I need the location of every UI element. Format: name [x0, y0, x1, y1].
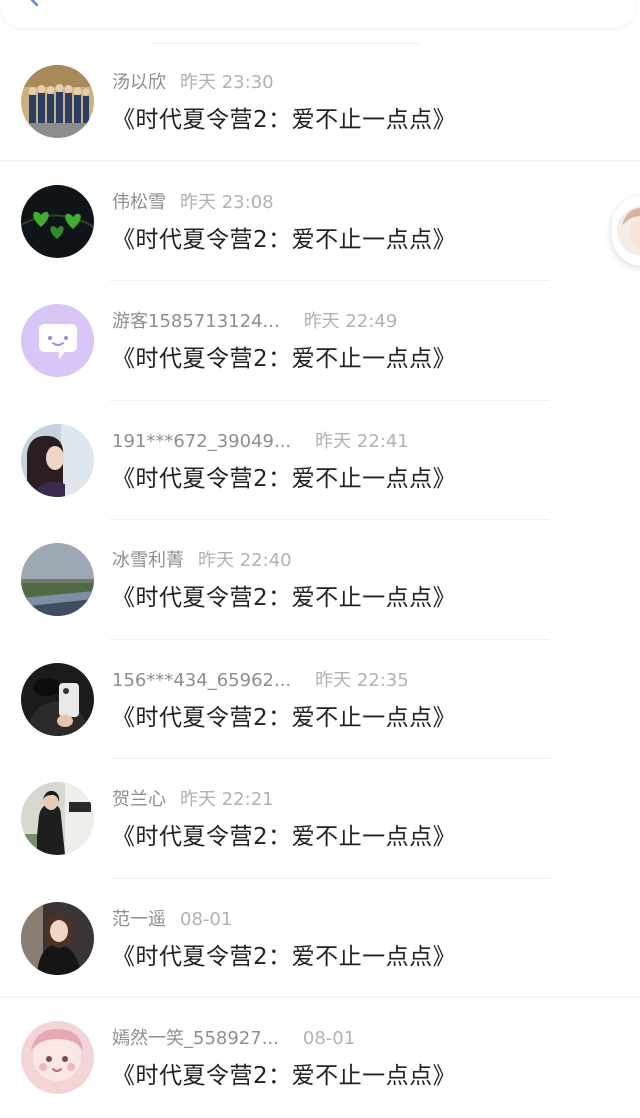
timestamp: 昨天 22:40 [198, 550, 292, 571]
list-item[interactable]: 191***672_39049... 昨天 22:41 《时代夏令营2：爱不止一点… [0, 401, 640, 520]
back-arrow-icon[interactable] [26, 0, 42, 6]
sender-line: 伟松雪 昨天 23:08 [112, 190, 274, 216]
message-title[interactable]: 《时代夏令营2：爱不止一点点》 [112, 224, 456, 256]
sender-name[interactable]: 贺兰心 [112, 789, 166, 810]
green-hearts-avatar-icon [21, 184, 94, 258]
timestamp: 昨天 22:35 [315, 669, 409, 691]
sender-name[interactable]: 191***672_39049... [112, 431, 291, 452]
timestamp: 08-01 [302, 1028, 356, 1049]
street-photo-avatar-icon [21, 782, 94, 855]
top-bar [0, 0, 636, 28]
sender-name[interactable]: 156***434_65962... [112, 670, 291, 691]
timestamp: 08-01 [180, 908, 233, 930]
message-title[interactable]: 《时代夏令营2：爱不止一点点》 [112, 343, 456, 375]
pink-cartoon-avatar-icon [21, 1021, 94, 1094]
list-item[interactable]: 156***434_65962... 昨天 22:35 《时代夏令营2：爱不止一点… [0, 640, 640, 759]
landscape-avatar-icon [21, 543, 94, 616]
sender-name[interactable]: 汤以欣 [112, 72, 166, 93]
avatar[interactable] [21, 662, 94, 736]
sender-name[interactable]: 嫣然一笑_558927... [112, 1028, 279, 1049]
avatar[interactable] [21, 901, 94, 975]
list-item[interactable]: 汤以欣 昨天 23:30 《时代夏令营2：爱不止一点点》 [0, 42, 640, 162]
list-item[interactable]: 伟松雪 昨天 23:08 《时代夏令营2：爱不止一点点》 [0, 162, 640, 281]
sender-name[interactable]: 游客1585713124... [112, 311, 280, 332]
sender-line: 游客1585713124... 昨天 22:49 [112, 309, 397, 335]
message-title[interactable]: 《时代夏令营2：爱不止一点点》 [112, 941, 456, 973]
list-item[interactable]: 游客1585713124... 昨天 22:49 《时代夏令营2：爱不止一点点》 [0, 281, 640, 401]
message-title[interactable]: 《时代夏令营2：爱不止一点点》 [112, 463, 456, 495]
sender-line: 191***672_39049... 昨天 22:41 [112, 429, 409, 455]
avatar[interactable] [21, 423, 94, 497]
woman-dark-avatar-icon [21, 901, 94, 975]
message-title[interactable]: 《时代夏令营2：爱不止一点点》 [112, 104, 456, 136]
list-item[interactable]: 贺兰心 昨天 22:21 《时代夏令营2：爱不止一点点》 [0, 759, 640, 879]
timestamp: 昨天 22:41 [315, 430, 409, 452]
sender-line: 贺兰心 昨天 22:21 [112, 787, 274, 813]
sender-line: 冰雪利菁 昨天 22:40 [112, 548, 292, 574]
purple-chat-bubble-avatar-icon [21, 304, 94, 377]
message-list: 汤以欣 昨天 23:30 《时代夏令营2：爱不止一点点》 伟松雪 昨天 23:08 … [0, 42, 640, 1118]
timestamp: 昨天 23:08 [180, 191, 274, 213]
sender-name[interactable]: 范一遥 [112, 909, 166, 930]
message-title[interactable]: 《时代夏令营2：爱不止一点点》 [112, 582, 456, 614]
avatar[interactable] [21, 782, 94, 855]
timestamp: 昨天 23:30 [180, 72, 274, 93]
timestamp: 昨天 22:21 [180, 789, 274, 810]
sender-line: 范一遥 08-01 [112, 907, 232, 933]
sender-name[interactable]: 冰雪利菁 [112, 550, 184, 571]
list-item[interactable]: 嫣然一笑_558927... 08-01 《时代夏令营2：爱不止一点点》 [0, 998, 640, 1118]
message-title[interactable]: 《时代夏令营2：爱不止一点点》 [112, 702, 456, 734]
avatar[interactable] [21, 304, 94, 377]
avatar[interactable] [21, 1021, 94, 1094]
sender-line: 嫣然一笑_558927... 08-01 [112, 1026, 355, 1052]
selfie-avatar-icon [21, 662, 94, 736]
message-title[interactable]: 《时代夏令营2：爱不止一点点》 [112, 821, 456, 853]
message-title[interactable]: 《时代夏令营2：爱不止一点点》 [112, 1060, 456, 1092]
list-item[interactable]: 冰雪利菁 昨天 22:40 《时代夏令营2：爱不止一点点》 [0, 520, 640, 640]
avatar[interactable] [21, 543, 94, 616]
sender-name[interactable]: 伟松雪 [112, 192, 166, 213]
avatar[interactable] [21, 184, 94, 258]
girl-portrait-avatar-icon [21, 423, 94, 497]
sender-line: 汤以欣 昨天 23:30 [112, 70, 274, 96]
timestamp: 昨天 22:49 [303, 311, 398, 332]
list-item[interactable]: 范一遥 08-01 《时代夏令营2：爱不止一点点》 [0, 879, 640, 998]
group-photo-avatar-icon [21, 65, 94, 138]
sender-line: 156***434_65962... 昨天 22:35 [112, 668, 409, 694]
avatar[interactable] [21, 65, 94, 138]
